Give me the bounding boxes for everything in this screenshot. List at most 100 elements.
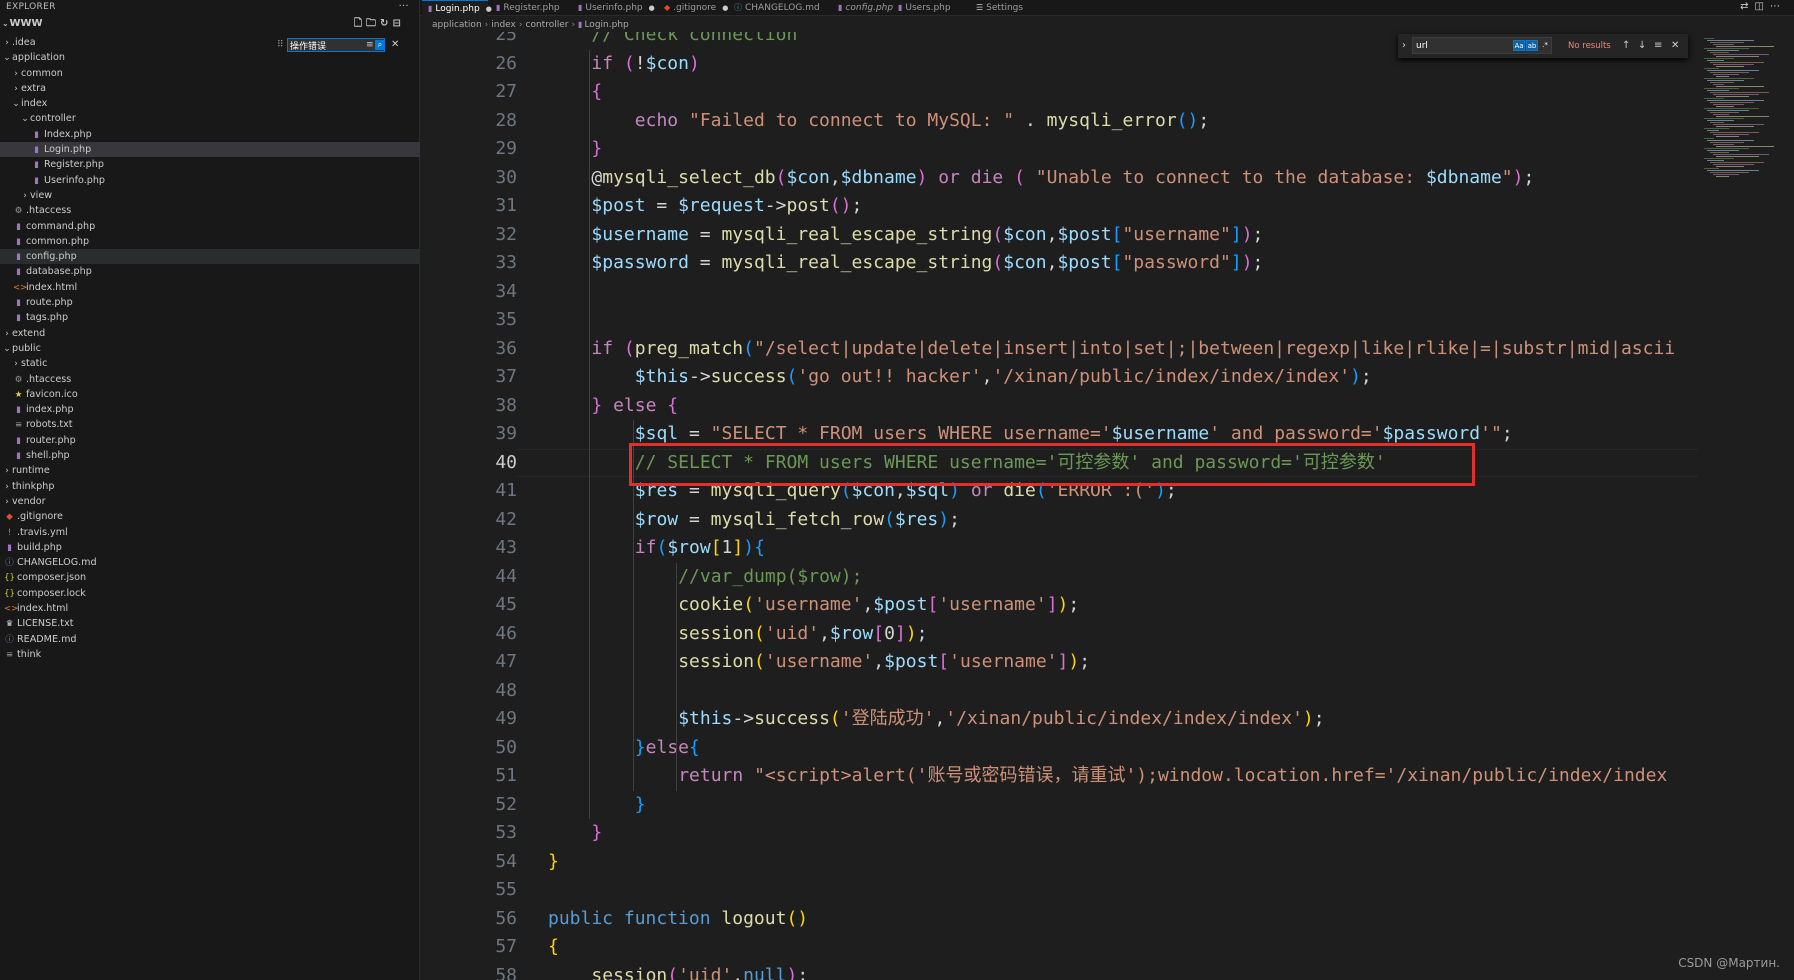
tree-item[interactable]: ▮ Index.php: [0, 127, 420, 142]
code-line[interactable]: echo "Failed to connect to MySQL: " . my…: [635, 107, 1209, 136]
code-line[interactable]: $username = mysqli_real_escape_string($c…: [591, 221, 1263, 250]
match-case-toggle[interactable]: Aa: [1513, 40, 1525, 51]
tree-item[interactable]: ★ favicon.ico: [0, 387, 420, 402]
tree-item[interactable]: › thinkphp: [0, 479, 420, 494]
code-line[interactable]: return "<script>alert('账号或密码错误，请重试');win…: [678, 762, 1667, 791]
code-line[interactable]: $row = mysqli_fetch_row($res);: [635, 506, 960, 535]
editor-tab[interactable]: ⓘ CHANGELOG.md: [728, 0, 830, 16]
code-line[interactable]: session('uid',$row[0]);: [678, 620, 927, 649]
code-line[interactable]: $res = mysqli_query($con,$sql) or die('E…: [635, 477, 1177, 506]
tree-item[interactable]: ≡ robots.txt: [0, 417, 420, 432]
code-line[interactable]: {: [591, 78, 602, 107]
code-line[interactable]: //var_dump($row);: [678, 563, 862, 592]
new-file-icon[interactable]: 🗋: [354, 18, 366, 29]
code-line[interactable]: $sql = "SELECT * FROM users WHERE userna…: [635, 420, 1513, 449]
code-line[interactable]: {: [548, 933, 559, 962]
code-line[interactable]: }: [591, 819, 602, 848]
tree-item[interactable]: ▮ Login.php: [0, 142, 420, 158]
code-line[interactable]: // Check connection: [591, 32, 797, 50]
code-line[interactable]: if (!$con): [591, 50, 699, 79]
tree-item[interactable]: › view: [0, 188, 420, 203]
tree-item[interactable]: ▮ tags.php: [0, 310, 420, 325]
tree-find-input[interactable]: [290, 39, 356, 51]
find-input[interactable]: [1416, 39, 1496, 52]
drag-handle-icon[interactable]: ⠿: [277, 40, 284, 50]
tree-item[interactable]: <>index.html: [0, 280, 420, 295]
compare-icon[interactable]: ⇄: [1740, 1, 1754, 12]
filter-icon[interactable]: ≡: [366, 39, 374, 51]
tree-item[interactable]: ⓘ CHANGELOG.md: [0, 555, 420, 570]
code-line[interactable]: public function logout(): [548, 905, 808, 934]
code-area[interactable]: // Check connection if (!$con){echo "Fail…: [548, 32, 1688, 980]
code-line[interactable]: $post = $request->post();: [591, 192, 862, 221]
tree-item[interactable]: <>index.html: [0, 601, 420, 616]
whole-word-toggle[interactable]: ab: [1526, 40, 1538, 51]
tree-item[interactable]: ▮ shell.php: [0, 448, 420, 463]
breadcrumb-item[interactable]: index: [491, 20, 516, 30]
tree-item[interactable]: ▮ command.php: [0, 219, 420, 234]
collapse-icon[interactable]: ⊟: [392, 18, 404, 29]
minimap[interactable]: [1698, 32, 1794, 980]
chevron-right-icon[interactable]: ›: [1402, 40, 1406, 51]
code-line[interactable]: $password = mysqli_real_escape_string($c…: [591, 249, 1263, 278]
tree-item[interactable]: ▮ index.php: [0, 402, 420, 417]
tree-item[interactable]: {} composer.json: [0, 570, 420, 585]
close-find-icon[interactable]: ✕: [1671, 34, 1679, 58]
tree-item[interactable]: › runtime: [0, 463, 420, 478]
tree-item[interactable]: ⓘ README.md: [0, 632, 420, 647]
editor-tab[interactable]: ▮ Login.php ●: [422, 0, 492, 16]
code-line[interactable]: @mysqli_select_db($con,$dbname) or die (…: [591, 164, 1534, 193]
vertical-scrollbar[interactable]: [1784, 32, 1794, 980]
tree-item[interactable]: › common: [0, 66, 420, 81]
tree-item[interactable]: ▮ route.php: [0, 295, 420, 310]
tree-item[interactable]: ≡ think: [0, 647, 420, 662]
code-line[interactable]: $this->success('go out!! hacker','/xinan…: [635, 363, 1372, 392]
tree-item[interactable]: › extra: [0, 81, 420, 96]
code-line[interactable]: session('username',$post['username']);: [678, 648, 1090, 677]
editor-tab[interactable]: ◆ .gitignore ●: [658, 0, 728, 16]
tree-item[interactable]: ▮ config.php: [0, 249, 420, 265]
regex-toggle[interactable]: .*: [1539, 40, 1551, 51]
find-mode-icon[interactable]: ⌕: [375, 40, 385, 50]
close-icon[interactable]: ✕: [391, 38, 399, 52]
tree-item[interactable]: ⚙ .htaccess: [0, 372, 420, 387]
editor-tab[interactable]: ☰ Settings: [970, 0, 1034, 16]
modified-dot-icon[interactable]: ●: [649, 4, 655, 12]
tree-item[interactable]: ! .travis.yml: [0, 525, 420, 540]
refresh-icon[interactable]: ↻: [380, 18, 392, 29]
tree-item[interactable]: › extend: [0, 326, 420, 341]
breadcrumb-item[interactable]: application: [432, 20, 482, 30]
tree-item[interactable]: ▮ Userinfo.php: [0, 173, 420, 188]
code-line[interactable]: } else {: [591, 392, 678, 421]
tree-item[interactable]: ⌄controller: [0, 111, 420, 126]
next-match-icon[interactable]: ↓: [1638, 34, 1646, 58]
tree-item[interactable]: ⌄public: [0, 341, 420, 356]
tree-item[interactable]: ▮ router.php: [0, 433, 420, 448]
breadcrumb-item[interactable]: Login.php: [584, 20, 628, 30]
code-line[interactable]: cookie('username',$post['username']);: [678, 591, 1079, 620]
code-line[interactable]: }: [591, 135, 602, 164]
more-icon[interactable]: ⋯: [1770, 1, 1786, 12]
tree-item[interactable]: ▮ common.php: [0, 234, 420, 249]
tree-item[interactable]: › static: [0, 356, 420, 371]
split-editor-icon[interactable]: ◫: [1755, 1, 1770, 12]
tree-item[interactable]: ▮ Register.php: [0, 157, 420, 172]
more-actions-icon[interactable]: ···: [399, 0, 409, 14]
code-editor[interactable]: 25 26 27 28 29 30 31 32 33 34 35 36 37 38 39 40 41 42 43 44…: [420, 32, 1698, 980]
code-line[interactable]: $this->success('登陆成功','/xinan/public/ind…: [678, 705, 1324, 734]
tree-item[interactable]: ⌄index: [0, 96, 420, 111]
tree-item[interactable]: ⚙ .htaccess: [0, 203, 420, 218]
tree-item[interactable]: › vendor: [0, 494, 420, 509]
editor-tab[interactable]: ▮ Userinfo.php ●: [572, 0, 656, 16]
code-line[interactable]: session('uid',null);: [591, 962, 808, 980]
new-folder-icon[interactable]: 🗀: [366, 18, 380, 29]
previous-match-icon[interactable]: ↑: [1622, 34, 1630, 58]
code-line[interactable]: }: [548, 848, 559, 877]
code-line[interactable]: // SELECT * FROM users WHERE username='可…: [635, 449, 1386, 478]
editor-tab[interactable]: ▮ config.php: [832, 0, 893, 16]
code-line[interactable]: }else{: [635, 734, 700, 763]
code-line[interactable]: }: [635, 791, 646, 820]
workspace-root[interactable]: ⌄ WWW 🗋🗀↻⊟: [0, 14, 426, 34]
code-line[interactable]: if($row[1]){: [635, 534, 765, 563]
editor-tab[interactable]: ▮ Users.php: [892, 0, 968, 16]
